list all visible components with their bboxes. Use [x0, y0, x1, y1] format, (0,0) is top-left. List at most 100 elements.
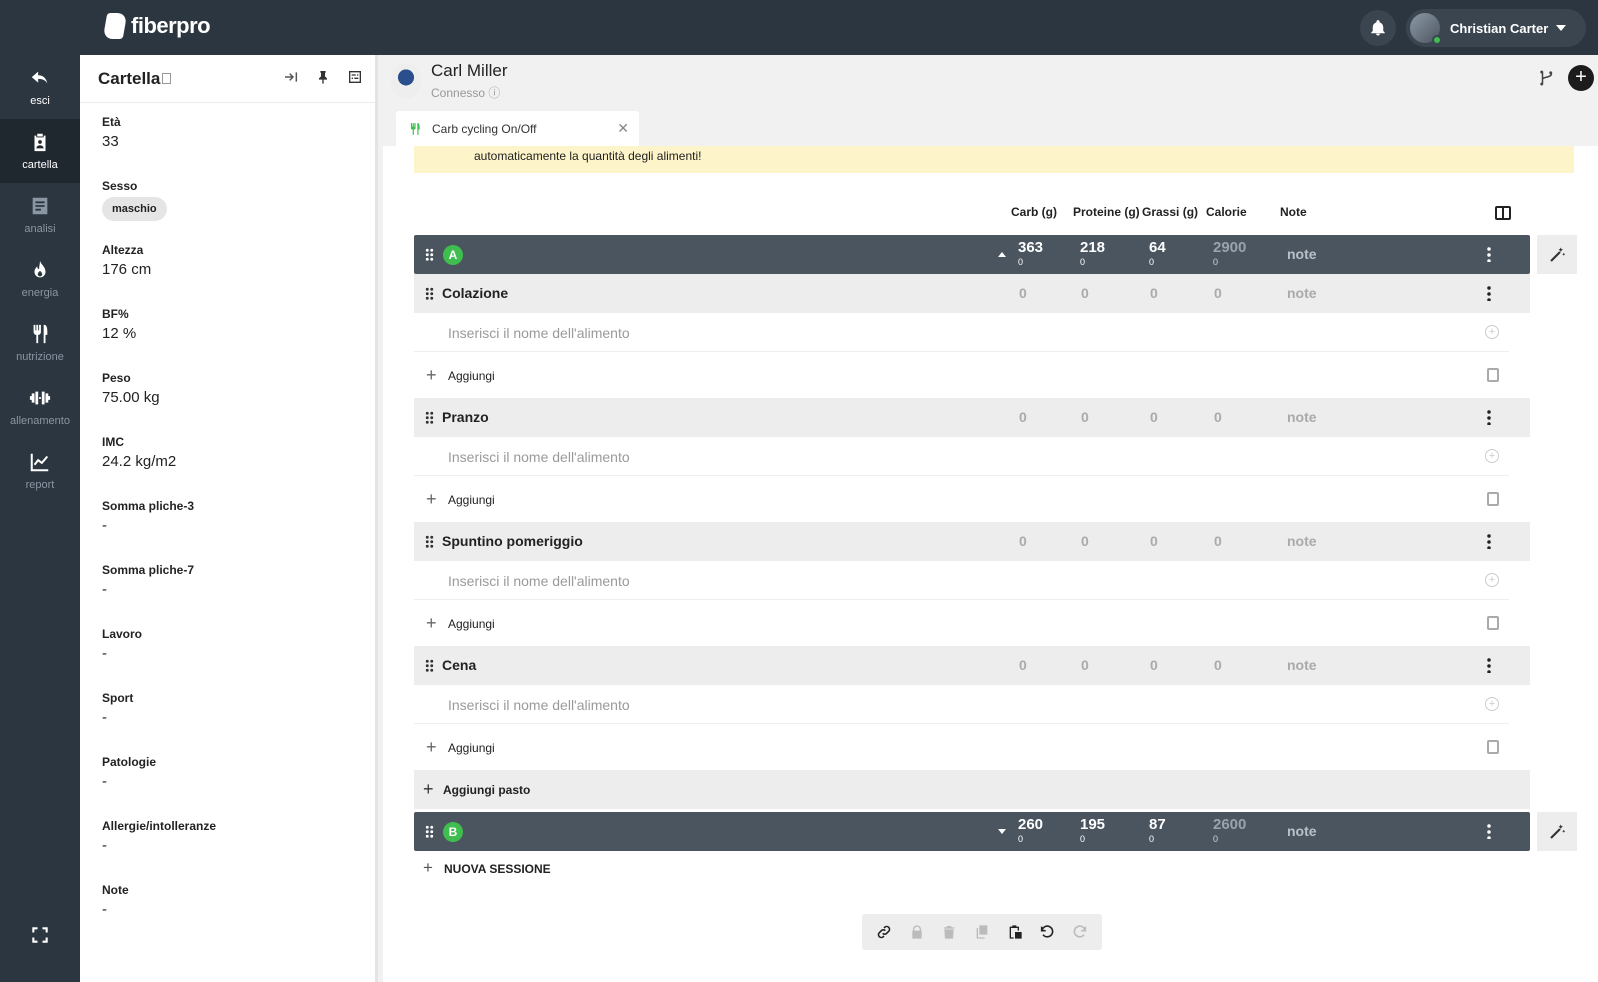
meal-note[interactable]: note — [1287, 409, 1317, 425]
add-meal-row[interactable]: + Aggiungi pasto — [414, 770, 1530, 809]
food-name-input[interactable]: Inserisci il nome dell'alimento — [448, 325, 630, 341]
nav-label: allenamento — [10, 415, 70, 427]
more-vertical-icon[interactable] — [1487, 409, 1491, 425]
add-food-button[interactable]: Aggiungi — [448, 617, 495, 631]
col-calories: Calorie — [1206, 205, 1247, 219]
food-name-input[interactable]: Inserisci il nome dell'alimento — [448, 573, 630, 589]
add-circle-icon[interactable]: + — [1485, 449, 1499, 463]
paste-icon[interactable] — [1487, 492, 1499, 506]
column-layout-icon[interactable] — [1495, 206, 1511, 220]
field-lavoro: Lavoro - — [102, 627, 142, 662]
drag-handle-icon[interactable] — [425, 411, 434, 424]
nav-item-allenamento[interactable]: allenamento — [0, 375, 80, 439]
food-input-row[interactable]: Inserisci il nome dell'alimento + — [414, 437, 1509, 476]
drag-handle-icon[interactable] — [425, 287, 434, 300]
paste-icon[interactable] — [1487, 616, 1499, 630]
trash-icon[interactable] — [941, 924, 957, 940]
food-input-row[interactable]: Inserisci il nome dell'alimento + — [414, 685, 1509, 724]
link-icon[interactable] — [876, 924, 892, 940]
meal-row-spuntino[interactable]: Spuntino pomeriggio 0 0 0 0 note — [414, 522, 1530, 561]
field-label: IMC — [102, 435, 124, 449]
chevron-down-icon[interactable] — [998, 829, 1006, 834]
add-food-row[interactable]: + Aggiungi — [414, 728, 1530, 767]
copy-icon[interactable] — [974, 924, 990, 940]
add-food-row[interactable]: + Aggiungi — [414, 480, 1530, 519]
add-circle-icon[interactable]: + — [1485, 325, 1499, 339]
fullscreen-icon[interactable] — [30, 925, 50, 945]
col-fat: Grassi (g) — [1142, 205, 1199, 219]
nav-item-esci[interactable]: esci — [0, 55, 80, 119]
lock-icon[interactable] — [909, 924, 925, 940]
paste-icon[interactable] — [1487, 740, 1499, 754]
magic-wand-button[interactable] — [1537, 235, 1577, 274]
nav-item-energia[interactable]: energia — [0, 247, 80, 311]
document-small-icon — [162, 73, 172, 84]
redo-icon[interactable] — [1072, 924, 1088, 940]
session-row-b[interactable]: B 260 0 195 0 87 0 2600 0 note — [414, 812, 1577, 851]
meal-row-cena[interactable]: Cena 0 0 0 0 note — [414, 646, 1530, 685]
chevron-up-icon[interactable] — [998, 252, 1006, 257]
more-vertical-icon[interactable] — [1487, 246, 1491, 262]
field-value: - — [102, 837, 107, 854]
chevron-down-icon — [1556, 25, 1567, 31]
sub-value: 0 — [1018, 257, 1024, 267]
pin-icon[interactable] — [315, 69, 331, 85]
food-name-input[interactable]: Inserisci il nome dell'alimento — [448, 697, 630, 713]
add-food-row[interactable]: + Aggiungi — [414, 356, 1530, 395]
session-carb: 363 0 — [1018, 239, 1043, 267]
drag-handle-icon[interactable] — [425, 535, 434, 548]
paste-icon[interactable] — [1487, 368, 1499, 382]
add-food-button[interactable]: Aggiungi — [448, 369, 495, 383]
edit-form-icon[interactable] — [347, 69, 363, 85]
add-circle-icon[interactable]: + — [1485, 697, 1499, 711]
food-input-row[interactable]: Inserisci il nome dell'alimento + — [414, 561, 1509, 600]
plus-icon: + — [426, 489, 437, 509]
nav-item-cartella[interactable]: cartella — [0, 119, 80, 183]
add-meal-button[interactable]: Aggiungi pasto — [443, 783, 530, 797]
more-vertical-icon[interactable] — [1487, 823, 1491, 839]
add-food-button[interactable]: Aggiungi — [448, 741, 495, 755]
session-note[interactable]: note — [1287, 246, 1317, 262]
nav-item-report[interactable]: report — [0, 439, 80, 503]
patient-status: Connesso ⓘ — [431, 86, 501, 100]
paste-icon[interactable] — [1007, 924, 1023, 940]
tab-carb-cycling[interactable]: Carb cycling On/Off ✕ — [396, 111, 639, 146]
nav-item-analisi[interactable]: analisi — [0, 183, 80, 247]
logo[interactable]: fiberpro — [102, 13, 211, 39]
food-name-input[interactable]: Inserisci il nome dell'alimento — [448, 449, 630, 465]
collapse-panel-icon[interactable] — [283, 69, 299, 85]
user-menu[interactable]: Christian Carter — [1406, 9, 1586, 47]
branch-icon[interactable] — [1538, 69, 1556, 87]
patient-header: Carl Miller Connesso ⓘ — [391, 61, 508, 101]
close-tab-icon[interactable]: ✕ — [617, 120, 629, 137]
meal-note[interactable]: note — [1287, 657, 1317, 673]
drag-handle-icon[interactable] — [425, 659, 434, 672]
meal-note[interactable]: note — [1287, 533, 1317, 549]
drag-handle-icon[interactable] — [425, 825, 434, 838]
nav-item-nutrizione[interactable]: nutrizione — [0, 311, 80, 375]
meal-row-colazione[interactable]: Colazione 0 0 0 0 note — [414, 274, 1530, 313]
more-vertical-icon[interactable] — [1487, 533, 1491, 549]
session-protein: 218 0 — [1080, 239, 1105, 267]
new-session-button[interactable]: NUOVA SESSIONE — [444, 862, 551, 876]
food-input-row[interactable]: Inserisci il nome dell'alimento + — [414, 313, 1509, 352]
add-food-row[interactable]: + Aggiungi — [414, 604, 1530, 643]
clipboard-icon — [34, 133, 46, 152]
session-note[interactable]: note — [1287, 823, 1317, 839]
drag-handle-icon[interactable] — [425, 248, 434, 261]
session-row-a[interactable]: A 363 0 218 0 64 0 2900 0 note — [414, 235, 1577, 274]
add-circle-icon[interactable]: + — [1485, 573, 1499, 587]
magic-wand-button[interactable] — [1537, 812, 1577, 851]
meal-row-pranzo[interactable]: Pranzo 0 0 0 0 note — [414, 398, 1530, 437]
undo-icon[interactable] — [1039, 924, 1055, 940]
meal-note[interactable]: note — [1287, 285, 1317, 301]
more-vertical-icon[interactable] — [1487, 657, 1491, 673]
field-label: Sport — [102, 691, 134, 705]
field-bf: BF% 12 % — [102, 307, 136, 342]
more-vertical-icon[interactable] — [1487, 285, 1491, 301]
session-protein: 195 0 — [1080, 816, 1105, 844]
add-button[interactable]: + — [1568, 65, 1594, 91]
field-sport: Sport - — [102, 691, 133, 726]
add-food-button[interactable]: Aggiungi — [448, 493, 495, 507]
notifications-button[interactable] — [1360, 10, 1396, 46]
